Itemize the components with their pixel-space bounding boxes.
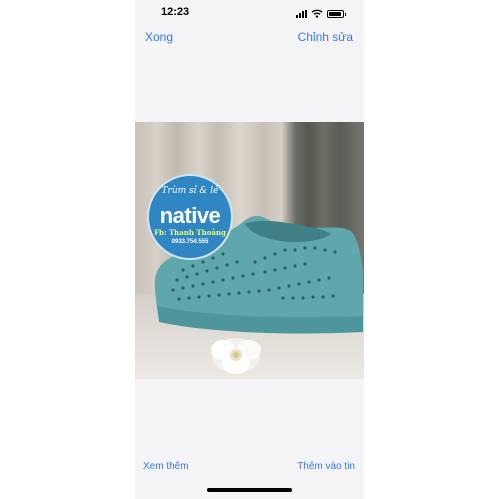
home-indicator[interactable] — [207, 488, 292, 492]
signal-icon — [295, 10, 307, 18]
bottom-toolbar: Xem thêm Thêm vào tin — [135, 455, 364, 479]
watermark-badge: Trùm sỉ & lẻ native Fb: Thanh Thoảng 093… — [147, 174, 233, 260]
flower-image — [211, 338, 261, 374]
watermark-brand: native — [159, 203, 221, 228]
battery-tip — [344, 12, 346, 16]
done-button[interactable]: Xong — [145, 30, 173, 44]
watermark-phone: 0933.754.555 — [171, 239, 209, 245]
nav-bar: Xong Chỉnh sửa — [135, 26, 364, 50]
status-icons — [295, 8, 346, 18]
wifi-icon — [311, 9, 322, 18]
status-bar: 12:23 — [135, 0, 364, 26]
phone-screen: 12:23 Xong Chỉnh sửa Trùm sỉ & lẻ native… — [135, 0, 364, 499]
watermark-fb: Fb: Thanh Thoảng — [154, 228, 226, 237]
edit-button[interactable]: Chỉnh sửa — [298, 30, 353, 44]
battery-icon — [326, 10, 344, 18]
add-to-message-button[interactable]: Thêm vào tin — [297, 461, 355, 472]
see-more-button[interactable]: Xem thêm — [143, 461, 189, 472]
product-photo[interactable]: Trùm sỉ & lẻ native Fb: Thanh Thoảng 093… — [135, 122, 364, 379]
status-time: 12:23 — [161, 6, 190, 18]
watermark-arc-text: Trùm sỉ & lẻ — [161, 186, 219, 196]
